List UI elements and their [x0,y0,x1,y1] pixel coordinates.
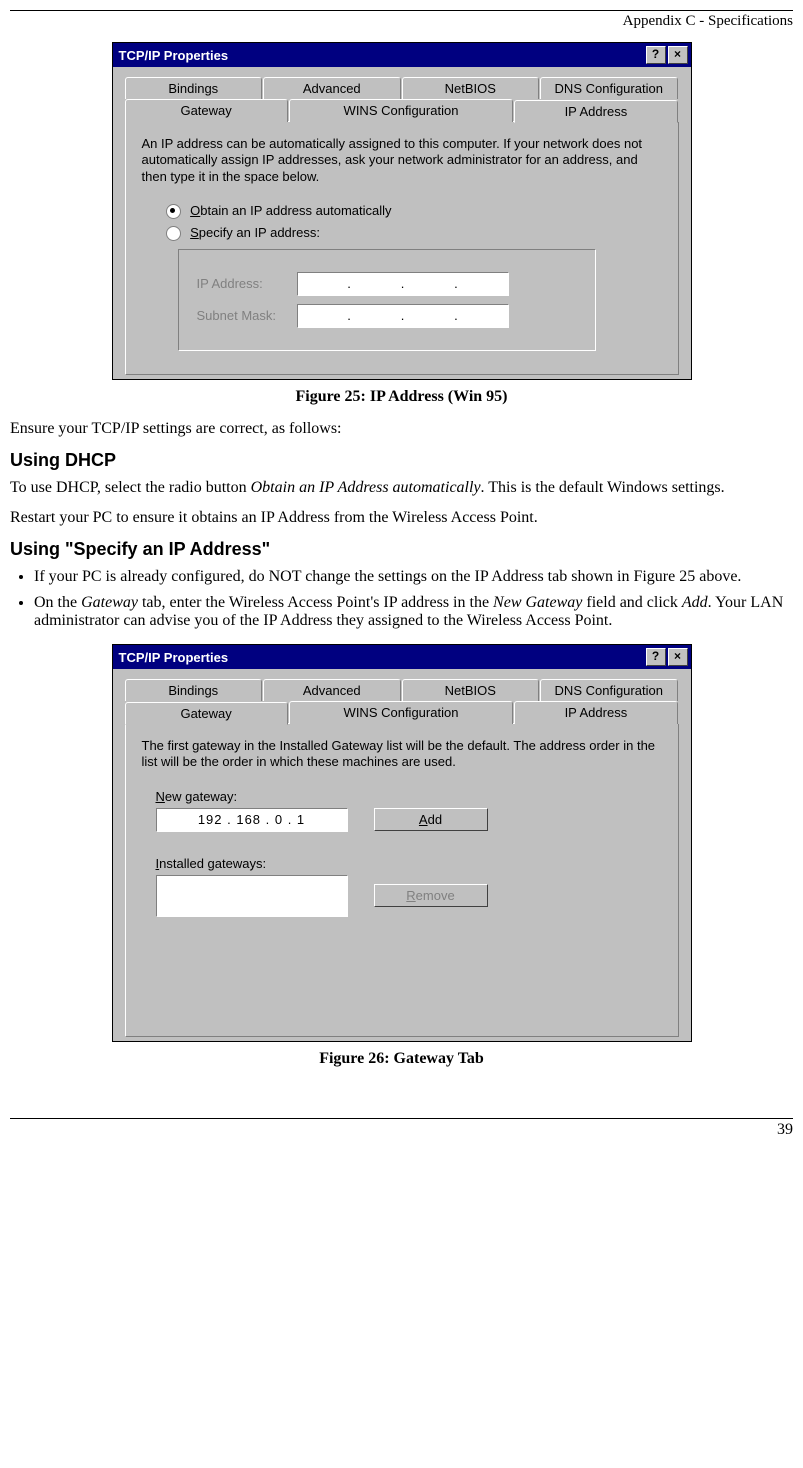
tab-gateway[interactable]: Gateway [125,99,288,122]
add-button[interactable]: Add [374,808,488,831]
remove-button[interactable]: Remove [374,884,488,907]
bullet-list: If your PC is already configured, do NOT… [10,568,793,630]
header-section: Appendix C - Specifications [10,13,793,30]
close-icon[interactable]: × [668,46,688,64]
dialog-title: TCP/IP Properties [119,650,229,665]
radio-icon [166,204,181,219]
page-number: 39 [10,1121,793,1139]
installed-gateways-label: Installed gateways: [156,856,662,871]
tab-gateway[interactable]: Gateway [125,702,288,725]
help-icon[interactable]: ? [646,46,666,64]
list-item: If your PC is already configured, do NOT… [34,568,793,586]
tab-bindings[interactable]: Bindings [125,679,263,701]
tab-bindings[interactable]: Bindings [125,77,263,99]
tab-wins[interactable]: WINS Configuration [289,99,514,122]
tab-ipaddress[interactable]: IP Address [514,100,677,123]
radio-specify[interactable]: Specify an IP address: [166,225,662,241]
tcpip-dialog-ipaddress: TCP/IP Properties ? × Bindings Advanced … [112,42,692,380]
help-text: An IP address can be automatically assig… [142,136,662,185]
close-icon[interactable]: × [668,648,688,666]
paragraph: To use DHCP, select the radio button Obt… [10,479,793,497]
figure26-caption: Figure 26: Gateway Tab [10,1050,793,1068]
radio-obtain-auto[interactable]: Obtain an IP address automatically [166,203,662,219]
ip-address-label: IP Address: [197,276,297,291]
subnet-mask-input[interactable]: ... [297,304,509,328]
radio-icon [166,226,181,241]
help-text: The first gateway in the Installed Gatew… [142,738,662,771]
new-gateway-input[interactable]: 192 . 168 . 0 . 1 [156,808,348,832]
titlebar: TCP/IP Properties ? × [113,43,691,67]
titlebar: TCP/IP Properties ? × [113,645,691,669]
new-gateway-label: New gateway: [156,789,662,804]
help-icon[interactable]: ? [646,648,666,666]
tab-ipaddress[interactable]: IP Address [514,701,677,724]
ip-groupbox: IP Address: ... Subnet Mask: ... [178,249,596,351]
heading-using-specify: Using "Specify an IP Address" [10,539,793,560]
list-item: On the Gateway tab, enter the Wireless A… [34,594,793,630]
ip-address-input[interactable]: ... [297,272,509,296]
tab-dns[interactable]: DNS Configuration [540,679,678,701]
tab-dns[interactable]: DNS Configuration [540,77,678,99]
tcpip-dialog-gateway: TCP/IP Properties ? × Bindings Advanced … [112,644,692,1042]
tab-netbios[interactable]: NetBIOS [402,77,540,99]
installed-gateways-list[interactable] [156,875,348,917]
tab-wins[interactable]: WINS Configuration [289,701,514,724]
figure25-caption: Figure 25: IP Address (Win 95) [10,388,793,406]
paragraph: Restart your PC to ensure it obtains an … [10,509,793,527]
paragraph: Ensure your TCP/IP settings are correct,… [10,420,793,438]
tab-netbios[interactable]: NetBIOS [402,679,540,701]
tab-advanced[interactable]: Advanced [263,77,401,99]
heading-using-dhcp: Using DHCP [10,450,793,471]
tab-advanced[interactable]: Advanced [263,679,401,701]
dialog-title: TCP/IP Properties [119,48,229,63]
subnet-mask-label: Subnet Mask: [197,308,297,323]
